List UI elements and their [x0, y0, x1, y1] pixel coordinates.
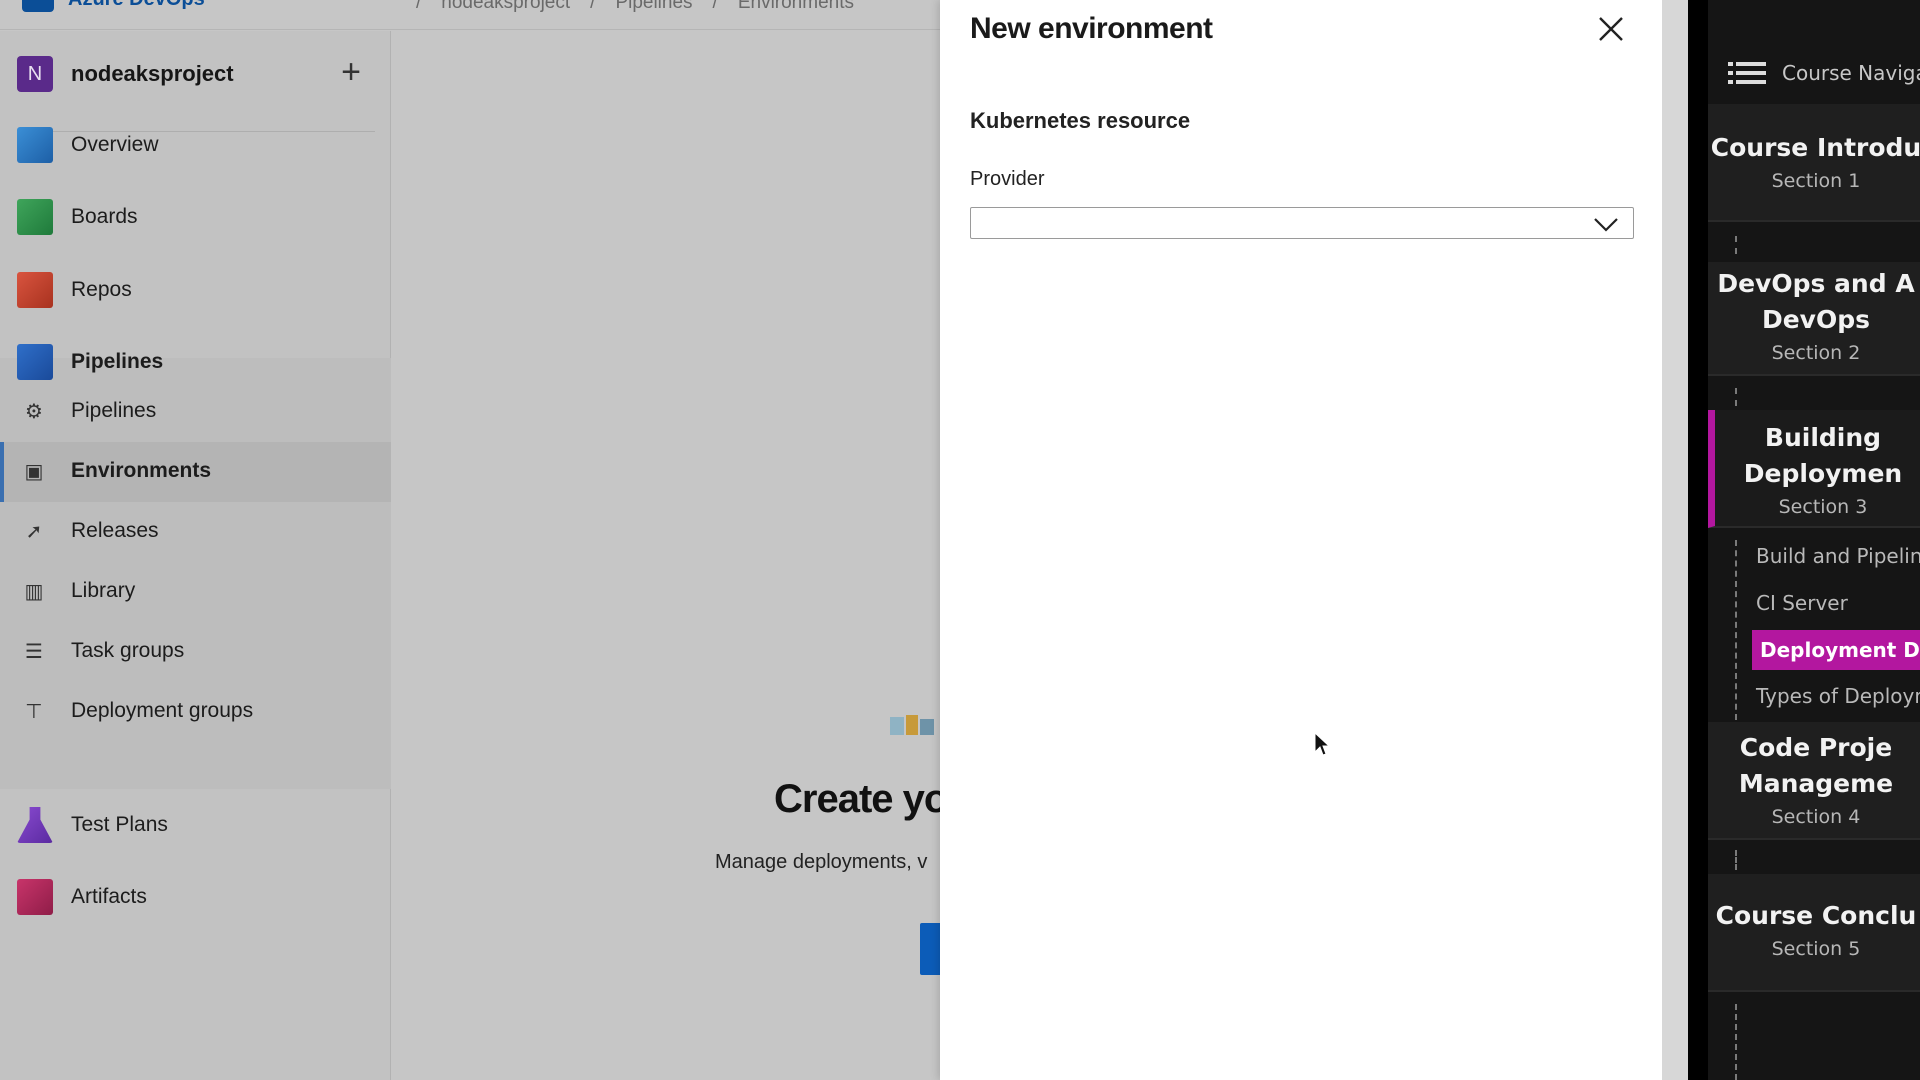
- sidebar-item-label: Environments: [71, 459, 212, 482]
- section-number: Section 4: [1771, 806, 1861, 828]
- sidebar-item-overview[interactable]: Overview: [0, 115, 391, 175]
- sidebar-item-label: Pipelines: [71, 399, 157, 422]
- breadcrumb-project[interactable]: nodeaksproject: [441, 0, 570, 14]
- breadcrumb-separator: /: [712, 0, 718, 13]
- timeline-connector: [1735, 236, 1737, 254]
- course-navigation-header[interactable]: Course Navigation: [1728, 60, 1920, 86]
- new-environment-panel: New environment Kubernetes resource Prov…: [940, 0, 1662, 1080]
- provider-label: Provider: [970, 168, 1045, 190]
- section-number: Section 3: [1778, 496, 1868, 518]
- pipelines-icon: [17, 344, 53, 380]
- lesson-item-current[interactable]: Deployment Det: [1752, 630, 1920, 670]
- close-icon[interactable]: [1596, 14, 1626, 44]
- sidebar-item-label: Boards: [71, 205, 138, 228]
- timeline-connector: [1735, 850, 1737, 870]
- breadcrumb-environments[interactable]: Environments: [738, 0, 854, 14]
- sidebar-item-label: Repos: [71, 278, 132, 301]
- section-number: Section 1: [1771, 170, 1861, 192]
- sidebar-subitem-task-groups[interactable]: ☰ Task groups: [0, 622, 391, 682]
- course-section-4[interactable]: Code Proje Manageme Section 4: [1708, 722, 1920, 840]
- empty-state-subtitle: Manage deployments, v: [715, 851, 928, 873]
- boards-icon: [17, 199, 53, 235]
- breadcrumb-pipelines[interactable]: Pipelines: [615, 0, 692, 14]
- lesson-item[interactable]: CI Server: [1756, 591, 1848, 615]
- window-gutter: [1662, 0, 1688, 1080]
- project-avatar: N: [17, 56, 53, 92]
- sidebar-item-test-plans[interactable]: Test Plans: [0, 795, 391, 855]
- task-groups-icon: ☰: [25, 641, 43, 663]
- sidebar-subitem-library[interactable]: ▥ Library: [0, 562, 391, 622]
- overview-icon: [17, 127, 53, 163]
- brand-label: Azure DevOps: [68, 0, 205, 11]
- lesson-item[interactable]: Types of Deploym: [1756, 684, 1920, 708]
- section-title: Course Introdu: [1710, 133, 1920, 162]
- timeline-connector: [1735, 388, 1737, 406]
- sidebar-subitem-deployment-groups[interactable]: ⊤ Deployment groups: [0, 682, 391, 742]
- breadcrumb: / nodeaksproject / Pipelines / Environme…: [416, 0, 854, 14]
- course-section-5[interactable]: Course Conclu Section 5: [1708, 874, 1920, 992]
- section-title: DevOps: [1761, 305, 1871, 334]
- sidebar-item-repos[interactable]: Repos: [0, 260, 391, 320]
- panel-title: New environment: [970, 12, 1213, 45]
- sidebar-item-label: Test Plans: [71, 813, 168, 836]
- section-number: Section 2: [1771, 342, 1861, 364]
- sidebar-item-label: Artifacts: [71, 885, 147, 908]
- course-section-3[interactable]: Building Deploymen Section 3: [1708, 410, 1920, 528]
- sidebar-subitem-pipelines[interactable]: ⚙ Pipelines: [0, 382, 391, 442]
- library-icon: ▥: [24, 581, 44, 603]
- add-icon[interactable]: +: [333, 53, 369, 91]
- course-section-2[interactable]: DevOps and A DevOps Section 2: [1708, 262, 1920, 376]
- artifacts-icon: [17, 879, 53, 915]
- sidebar-subitem-environments[interactable]: ▣ Environments: [0, 442, 391, 502]
- section-number: Section 5: [1771, 938, 1861, 960]
- section-title: Manageme: [1738, 769, 1894, 798]
- empty-state-title: Create yo: [774, 777, 948, 821]
- environments-illustration-icon: [890, 715, 934, 735]
- project-header[interactable]: N nodeaksproject +: [17, 48, 377, 100]
- environments-empty-state: Create yo Manage deployments, v: [392, 31, 948, 1080]
- section-title: DevOps and A: [1717, 269, 1915, 298]
- sidebar-item-label: Library: [71, 579, 136, 602]
- section-title: Code Proje: [1739, 733, 1893, 762]
- project-name: nodeaksproject: [71, 61, 234, 86]
- timeline-connector: [1735, 1004, 1737, 1080]
- project-sidebar: N nodeaksproject + Overview Boards Repos…: [0, 31, 391, 1080]
- sidebar-item-label: Pipelines: [71, 350, 164, 373]
- lesson-item[interactable]: Build and Pipeline: [1756, 544, 1920, 568]
- sidebar-item-artifacts[interactable]: Artifacts: [0, 867, 391, 927]
- environments-icon: ▣: [24, 461, 44, 483]
- mouse-cursor-icon: [1314, 732, 1330, 756]
- provider-select[interactable]: [970, 207, 1634, 239]
- section-title: Deploymen: [1743, 459, 1903, 488]
- sidebar-item-boards[interactable]: Boards: [0, 187, 391, 247]
- azure-devops-logo-icon: [22, 0, 54, 12]
- course-navigation-panel: Course Navigation Course Introdu Section…: [1688, 0, 1920, 1080]
- breadcrumb-separator: /: [590, 0, 596, 13]
- sidebar-item-label: Releases: [71, 519, 159, 542]
- test-plans-icon: [17, 807, 53, 843]
- section-heading: Kubernetes resource: [970, 108, 1191, 133]
- sidebar-item-label: Task groups: [71, 639, 185, 662]
- course-section-1[interactable]: Course Introdu Section 1: [1708, 104, 1920, 222]
- timeline-connector: [1735, 540, 1737, 720]
- repos-icon: [17, 272, 53, 308]
- chevron-down-icon: [1594, 218, 1618, 232]
- pipelines-sub-icon: ⚙: [25, 401, 43, 423]
- sidebar-item-label: Overview: [71, 133, 159, 156]
- rocket-icon: ➚: [25, 521, 43, 543]
- pipelines-group: Pipelines ⚙ Pipelines ▣ Environments ➚ R…: [0, 344, 391, 789]
- section-title: Building: [1764, 423, 1882, 452]
- section-title: Course Conclu: [1715, 901, 1917, 930]
- breadcrumb-separator: /: [416, 0, 422, 13]
- brand[interactable]: Azure DevOps: [22, 0, 205, 12]
- deployment-groups-icon: ⊤: [25, 701, 43, 723]
- course-navigation-title: Course Navigation: [1782, 61, 1920, 85]
- sidebar-item-label: Deployment groups: [71, 699, 254, 722]
- list-menu-icon: [1728, 62, 1766, 84]
- sidebar-subitem-releases[interactable]: ➚ Releases: [0, 502, 391, 562]
